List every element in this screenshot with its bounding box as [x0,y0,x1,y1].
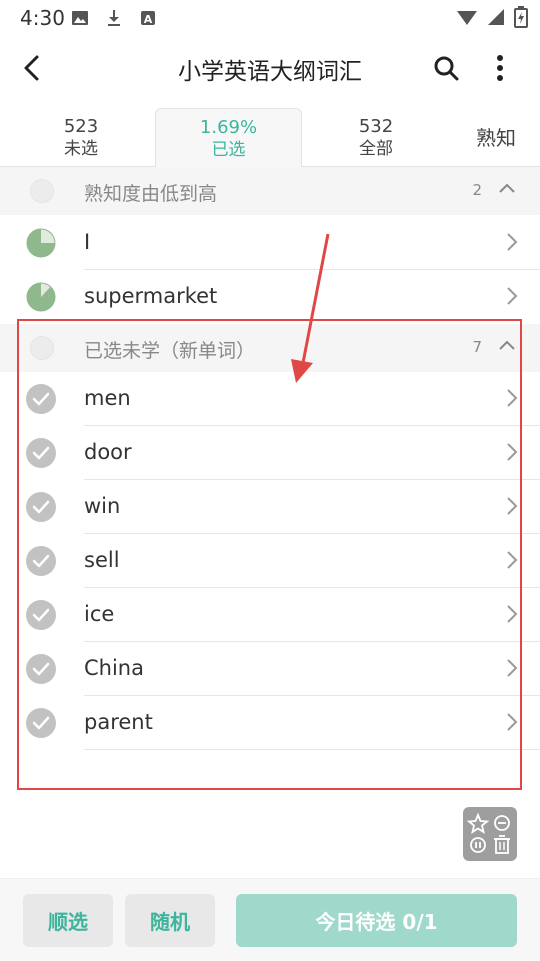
app-bar: 小学英语大纲词汇 [0,36,540,100]
chevron-right-icon [507,551,518,569]
progress-pie-icon [26,228,56,258]
image-icon [72,11,88,25]
bottom-action-bar: 顺选 随机 今日待选 0/1 [0,878,540,961]
svg-text:A: A [144,13,153,26]
tab-count: 532 [358,116,394,137]
word-text: supermarket [84,284,218,308]
check-circle-icon[interactable] [26,600,56,630]
chevron-right-icon [507,659,518,677]
word-row[interactable]: supermarket [0,270,540,324]
status-time: 4:30 [20,6,65,30]
search-button[interactable] [428,50,464,86]
more-vert-icon [497,55,503,81]
section-select-radio[interactable] [30,336,54,360]
tab-label: 全部 [359,139,393,159]
status-bar: 4:30 A [0,0,540,36]
tab-familiar[interactable]: 熟知 [476,122,516,151]
tab-count: 523 [63,116,99,137]
check-circle-icon[interactable] [26,492,56,522]
filter-tabs: 523 未选 1.69% 已选 532 全部 熟知 [0,104,540,167]
section-count: 7 [472,338,482,356]
check-circle-icon[interactable] [26,438,56,468]
chevron-right-icon [507,713,518,731]
check-circle-icon[interactable] [26,384,56,414]
section-count: 2 [472,181,482,199]
word-text: I [84,230,91,254]
chevron-up-icon[interactable] [498,181,516,195]
batch-tools-button[interactable] [463,807,517,861]
word-row[interactable]: parent [0,696,540,750]
tab-all[interactable]: 532 全部 [315,108,437,166]
random-select-button[interactable]: 随机 [125,894,215,947]
battery-icon [514,6,528,28]
word-text: ice [84,602,115,626]
word-row[interactable]: win [0,480,540,534]
wifi-icon [457,11,477,25]
word-row[interactable]: sell [0,534,540,588]
tab-label: 未选 [64,139,98,159]
status-notification-icons: A [70,8,158,28]
sequential-select-button[interactable]: 顺选 [23,894,113,947]
section-header-new-words[interactable]: 已选未学（新单词） 7 [0,324,540,372]
word-text: men [84,386,131,410]
download-icon [108,10,120,26]
word-text: China [84,656,144,680]
word-text: sell [84,548,120,572]
word-row[interactable]: door [0,426,540,480]
word-text: door [84,440,132,464]
word-row[interactable]: I [0,216,540,270]
progress-pie-icon [26,282,56,312]
status-system-icons [456,6,528,28]
section-header-familiar[interactable]: 熟知度由低到高 2 [0,167,540,215]
tab-label: 已选 [211,140,246,160]
chevron-right-icon [507,497,518,515]
check-circle-icon[interactable] [26,708,56,738]
word-text: parent [84,710,153,734]
text-a-icon: A [141,11,155,26]
chevron-right-icon [507,233,518,251]
word-text: win [84,494,121,518]
section-select-radio[interactable] [30,179,54,203]
tab-unselected[interactable]: 523 未选 [20,108,142,166]
chevron-right-icon [507,389,518,407]
tab-count: 1.69% [199,117,258,138]
more-options-button[interactable] [482,50,518,86]
divider [84,749,540,750]
chevron-right-icon [507,605,518,623]
check-circle-icon[interactable] [26,546,56,576]
section-title: 已选未学（新单词） [84,340,256,362]
word-row[interactable]: men [0,372,540,426]
word-row[interactable]: China [0,642,540,696]
tab-selected[interactable]: 1.69% 已选 [155,108,302,167]
today-pending-button[interactable]: 今日待选 0/1 [236,894,517,947]
check-circle-icon[interactable] [26,654,56,684]
signal-icon [488,9,504,25]
chevron-up-icon[interactable] [498,338,516,352]
search-icon [434,56,459,81]
section-title: 熟知度由低到高 [84,183,218,205]
word-row[interactable]: ice [0,588,540,642]
chevron-right-icon [507,443,518,461]
batch-tools-icon [466,812,510,854]
chevron-right-icon [507,287,518,305]
